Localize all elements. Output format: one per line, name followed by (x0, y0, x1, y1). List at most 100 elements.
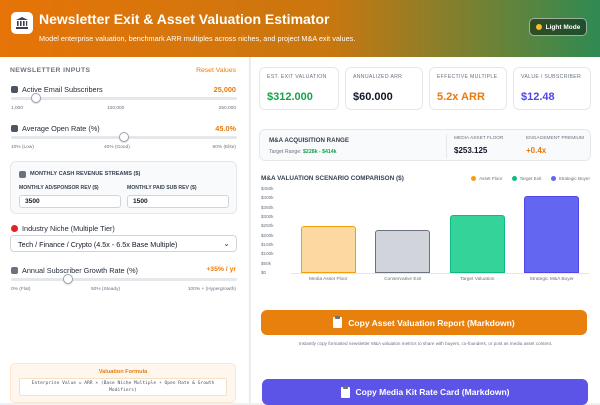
app-header: Newsletter Exit & Asset Valuation Estima… (0, 0, 600, 57)
chart-bar (375, 230, 431, 273)
growth-value: +35% / yr (206, 266, 236, 273)
floor-value: $253.125 (454, 146, 488, 155)
page-title: Newsletter Exit & Asset Valuation Estima… (39, 11, 330, 27)
formula-title: Valuation Formula (98, 369, 148, 375)
open-rate-value: 45.0% (215, 124, 236, 133)
chart-title: M&A VALUATION SCENARIO COMPARISON ($) (261, 175, 404, 182)
subscribers-value: 25,000 (213, 85, 236, 94)
legend-dot (471, 176, 477, 182)
slider-tick: 80% (Elite) (212, 145, 236, 150)
growth-slider-track[interactable] (11, 278, 237, 281)
chart-bar (300, 225, 356, 273)
subscribers-slider-thumb[interactable] (30, 93, 41, 103)
ad-revenue-label: MONTHLY AD/SPONSOR REV ($) (19, 185, 99, 191)
bank-icon (11, 12, 33, 34)
card-multiple: EFFECTIVE MULTIPLE 5.2x ARR (429, 67, 507, 110)
copy-report-label: Copy Asset Valuation Report (Markdown) (348, 317, 515, 328)
acquisition-range-box: M&A ACQUISITION RANGE Target Range: $228… (259, 129, 591, 161)
chart-bar (524, 195, 580, 273)
premium-label: ENGAGEMENT PREMIUM (526, 136, 585, 141)
x-tick-label: Strategic M&A Buyer (529, 277, 574, 282)
users-icon (11, 86, 18, 93)
copy-valuation-report-button[interactable]: Copy Asset Valuation Report (Markdown) (261, 310, 587, 335)
card-value: 5.2x ARR (437, 91, 485, 103)
card-value: $312.000 (267, 91, 313, 103)
card-label: EFFECTIVE MULTIPLE (437, 74, 498, 80)
chart-icon (11, 125, 18, 132)
growth-icon (11, 267, 18, 274)
niche-select[interactable]: Tech / Finance / Crypto (4.5x - 6.5x Bas… (10, 235, 237, 252)
slider-tick: 100,000 (107, 106, 125, 111)
y-tick-label: $300k (261, 214, 274, 219)
clipboard-icon (340, 385, 350, 398)
y-tick-label: $400k (261, 195, 274, 201)
card-exit-valuation: EST. EXIT VALUATION $312.000 (259, 67, 339, 110)
legend-dot (511, 176, 517, 182)
x-axis-line (291, 273, 589, 274)
card-value: $12.48 (521, 91, 555, 103)
legend-dot (550, 176, 556, 182)
slider-tick: 100% + (Hypergrowth) (187, 287, 236, 292)
card-label: ANNUALIZED ARR (353, 74, 403, 80)
legend-label: Target Exit (519, 176, 542, 181)
growth-slider-thumb[interactable] (62, 274, 73, 284)
niche-label: Industry Niche (Multiple Tier) (22, 224, 115, 233)
ad-revenue-input[interactable]: 3500 (19, 195, 121, 208)
chevron-down-icon: ⌄ (223, 239, 230, 248)
slider-tick: 40% (Good) (104, 145, 130, 150)
legend-label: Asset Floor (479, 176, 503, 181)
theme-toggle-button[interactable]: Light Mode (529, 18, 587, 36)
card-value: $60.000 (353, 91, 393, 103)
y-tick-label: $0 (261, 270, 267, 275)
legend-item-target-exit: Target Exit (511, 176, 542, 182)
x-tick-label: Media Asset Floor (309, 277, 348, 282)
cash-icon (19, 171, 26, 178)
y-tick-label: $350k (261, 204, 274, 210)
growth-label: Annual Subscriber Growth Rate (%) (22, 266, 138, 275)
copy-note: Instantly copy formatted newsletter M&A … (298, 341, 553, 346)
target-range-text: Target Range: $228k - $414k (269, 149, 337, 155)
floor-label: MEDIA ASSET FLOOR (454, 136, 504, 141)
y-tick-label: $250k (261, 223, 274, 229)
open-rate-slider-thumb[interactable] (119, 132, 129, 142)
target-range-prefix: Target Range: (269, 149, 302, 155)
sun-icon (535, 24, 542, 30)
y-tick-label: $50k (261, 260, 271, 266)
theme-toggle-label: Light Mode (545, 23, 581, 31)
subscribers-slider-track[interactable] (11, 97, 237, 100)
formula-text: Enterprise Value = ARR × (Base Niche Mul… (19, 378, 227, 396)
copy-rate-card-label: Copy Media Kit Rate Card (Markdown) (355, 387, 510, 397)
card-label: VALUE / SUBSCRIBER (521, 74, 582, 80)
y-tick-label: $100k (261, 251, 274, 257)
y-tick-label: $450k (261, 186, 274, 191)
target-icon (11, 225, 18, 232)
copy-rate-card-button[interactable]: Copy Media Kit Rate Card (Markdown) (262, 379, 588, 405)
legend-item-asset-floor: Asset Floor (471, 176, 503, 182)
clipboard-icon (333, 316, 343, 328)
slider-tick: 0% (Flat) (11, 287, 31, 292)
x-tick-label: Conservative Exit (384, 277, 422, 282)
inputs-section-title: NEWSLETTER INPUTS (10, 67, 91, 74)
paid-revenue-input[interactable]: 1500 (127, 195, 229, 208)
acquisition-title: M&A ACQUISITION RANGE (269, 137, 349, 144)
open-rate-label: Average Open Rate (%) (22, 124, 100, 133)
reset-values-link[interactable]: Reset Values (196, 67, 236, 74)
legend-label: Strategic Buyer (558, 176, 590, 181)
page-subtitle: Model enterprise valuation, benchmark AR… (39, 34, 356, 43)
niche-selected-value: Tech / Finance / Crypto (4.5x - 6.5x Bas… (18, 240, 178, 249)
card-arr: ANNUALIZED ARR $60.000 (345, 67, 423, 110)
revenue-streams-box: MONTHLY CASH REVENUE STREAMS ($) MONTHLY… (10, 161, 237, 214)
inputs-panel: NEWSLETTER INPUTS Reset Values Active Em… (0, 57, 250, 403)
y-tick-label: $200k (261, 232, 274, 238)
slider-tick: 50% (Steady) (91, 287, 121, 292)
results-panel: EST. EXIT VALUATION $312.000 ANNUALIZED … (251, 57, 600, 403)
chart-bar (449, 214, 505, 273)
valuation-bar-chart: $450k $400k $350k $300k $250k $200k $150k $100k… (261, 186, 591, 287)
revenue-title: MONTHLY CASH REVENUE STREAMS ($) (30, 171, 141, 177)
valuation-formula-box: Valuation Formula Enterprise Value = ARR… (10, 363, 236, 403)
paid-revenue-label: MONTHLY PAID SUB REV ($) (127, 185, 197, 191)
target-range-value: $228k - $414k (303, 149, 337, 155)
card-label: EST. EXIT VALUATION (267, 74, 327, 80)
x-tick-label: Target Valuation (460, 277, 495, 282)
divider (446, 134, 447, 158)
